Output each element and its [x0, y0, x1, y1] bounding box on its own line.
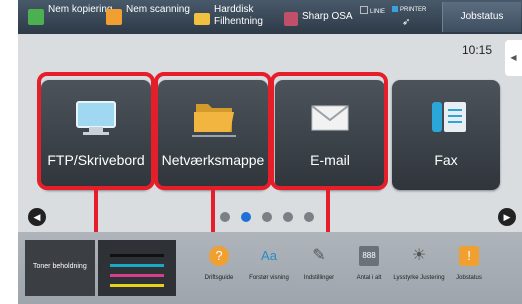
touch-panel: Nem kopiering Nem scanning Harddisk Filh…: [18, 0, 522, 304]
highlight-frame-email: [270, 72, 388, 190]
clock: 10:15: [462, 43, 493, 57]
toner-label: Toner beholdning: [33, 263, 87, 270]
settings-button[interactable]: ✎ Indstillinger: [294, 240, 344, 296]
operation-guide-button[interactable]: ? Driftsguide: [194, 240, 244, 296]
sharp-osa-button[interactable]: Sharp OSA: [284, 0, 364, 34]
enlarge-display-button[interactable]: Aa Forstør visning: [244, 240, 294, 296]
next-page-button[interactable]: ▶: [498, 208, 516, 226]
toner-black-bar: [110, 254, 164, 257]
fax-phone-icon: [432, 102, 466, 132]
toner-cyan-bar: [110, 264, 164, 267]
osa-icon: [284, 12, 298, 26]
fax-label: Fax: [434, 152, 458, 168]
quick-scan-label: Nem scanning: [126, 4, 190, 15]
zoom-text-icon: Aa: [261, 248, 277, 263]
brightness-icon: ☀: [411, 247, 427, 264]
fax-tile[interactable]: Fax: [392, 80, 500, 190]
scan-icon: [106, 9, 122, 25]
page-dot[interactable]: [283, 212, 293, 222]
toner-magenta-bar: [110, 274, 164, 277]
page-dot-active[interactable]: [241, 212, 251, 222]
jobstatus-button[interactable]: Jobstatus: [442, 2, 521, 32]
toner-status-button[interactable]: Toner beholdning: [25, 240, 95, 296]
printer-status-indicator-icon: [392, 6, 398, 12]
page-dot[interactable]: [220, 212, 230, 222]
page-dot[interactable]: [304, 212, 314, 222]
printer-status: PRINTER: [392, 6, 426, 13]
help-icon: ?: [209, 246, 229, 266]
top-bar: Nem kopiering Nem scanning Harddisk Filh…: [18, 0, 522, 34]
highlight-frame-ftp: [37, 72, 155, 190]
chevron-left-icon: ◀: [33, 212, 41, 222]
side-panel-tab[interactable]: ◀: [505, 40, 522, 76]
highlight-frame-network: [154, 72, 272, 190]
job-status-shortcut-label: Jobstatus: [456, 275, 482, 281]
toner-yellow-bar: [110, 284, 164, 287]
copy-icon: [28, 9, 44, 25]
wrench-icon: ✎: [312, 247, 326, 264]
previous-page-button[interactable]: ◀: [28, 208, 46, 226]
chevron-right-icon: ▶: [503, 212, 511, 222]
job-status-icon: !: [459, 246, 479, 266]
toner-level-indicator: [98, 240, 176, 296]
counter-icon: 888: [359, 246, 379, 266]
hdd-retrieve-button[interactable]: Harddisk Filhentning: [194, 0, 284, 34]
printer-activity-icon: ➶: [402, 17, 411, 28]
job-status-shortcut-button[interactable]: ! Jobstatus: [444, 240, 494, 296]
quick-copy-button[interactable]: Nem kopiering: [28, 0, 112, 34]
quick-scan-button[interactable]: Nem scanning: [106, 0, 190, 34]
page-dot[interactable]: [262, 212, 272, 222]
total-count-button[interactable]: 888 Antal i alt: [344, 240, 394, 296]
line-status: LINIE: [360, 6, 385, 15]
line-status-label: LINIE: [370, 9, 386, 15]
bottom-bar: Toner beholdning ? Driftsguide Aa Forstø…: [18, 232, 522, 304]
brightness-button[interactable]: ☀ Lysstyrke Justering: [393, 240, 444, 296]
printer-status-label: PRINTER: [400, 7, 427, 13]
line-status-indicator-icon: [360, 6, 368, 14]
chevron-left-icon: ◀: [510, 53, 517, 62]
hdd-retrieve-label: Harddisk Filhentning: [214, 4, 263, 27]
folder-icon: [194, 13, 210, 25]
